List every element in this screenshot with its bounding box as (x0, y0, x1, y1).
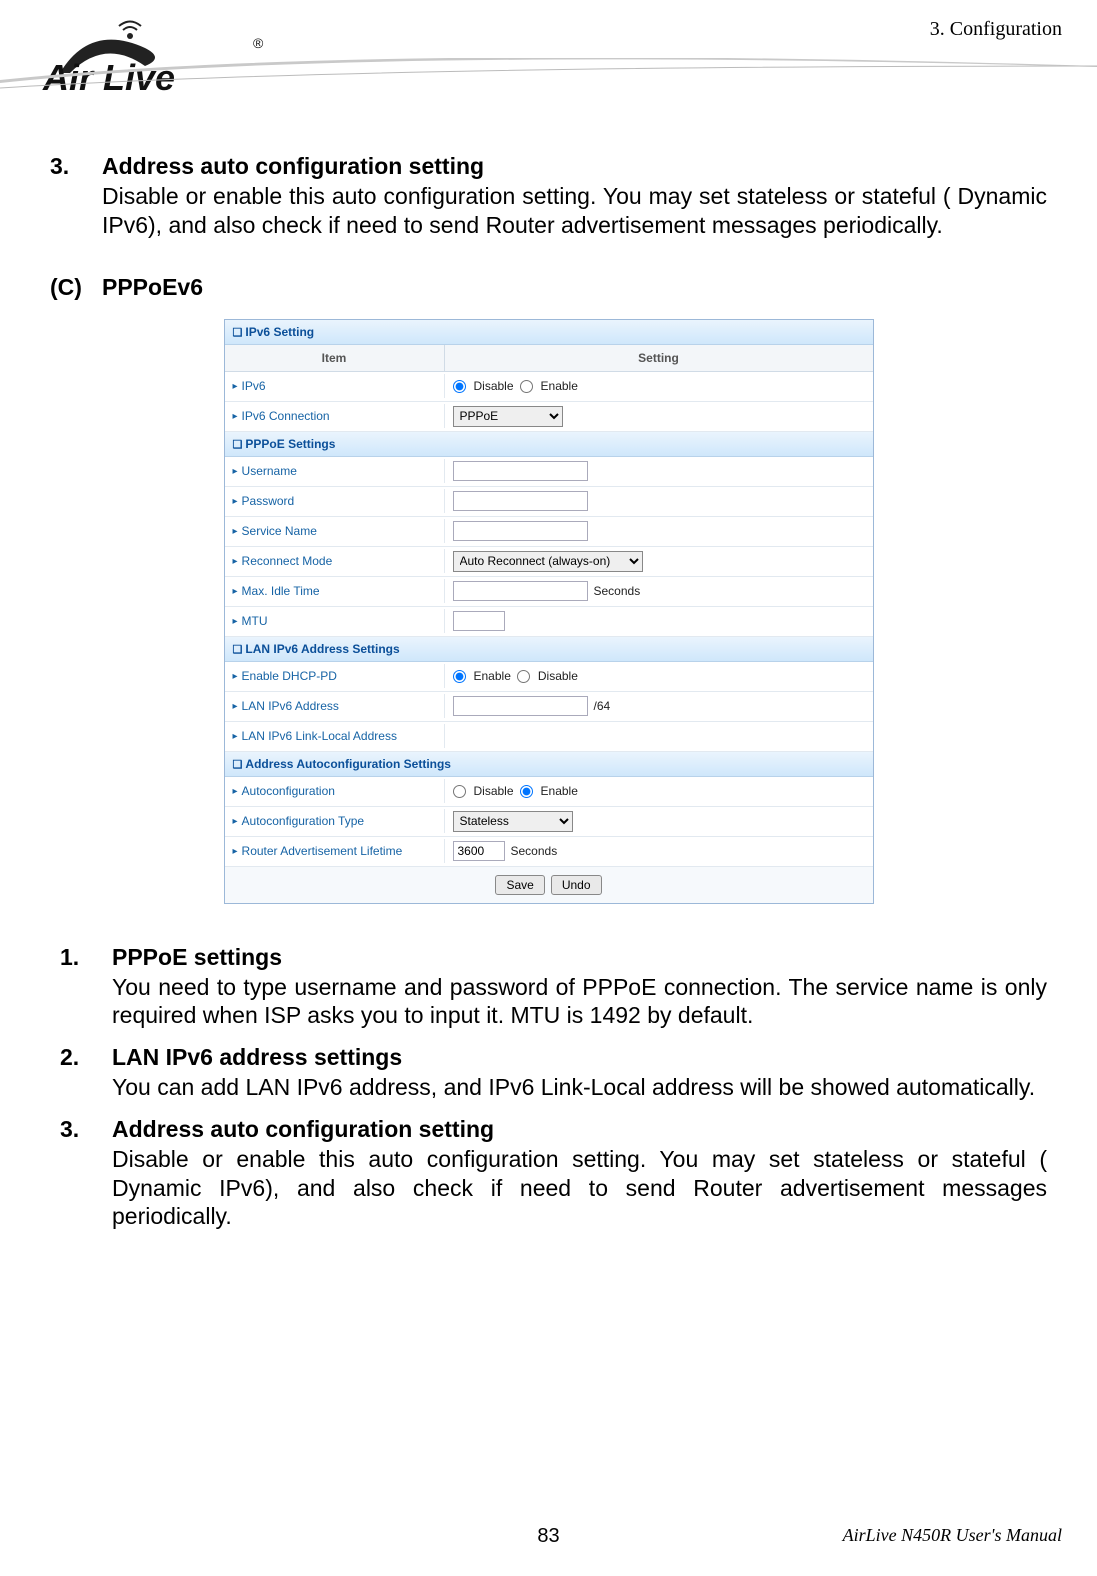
item-title: Address auto configuration setting (102, 153, 1047, 180)
item-text: You need to type username and password o… (112, 973, 1047, 1031)
input-max-idle[interactable] (453, 581, 588, 601)
label-service-name: Service Name (242, 524, 317, 538)
radio-autoconfig-enable[interactable] (520, 785, 533, 798)
label-dhcppd: Enable DHCP-PD (242, 669, 337, 683)
label-autoconfig: Autoconfiguration (242, 784, 335, 798)
subsection-header: (C) PPPoEv6 (50, 274, 1047, 301)
chapter-label: 3. Configuration (930, 18, 1062, 41)
item-text: You can add LAN IPv6 address, and IPv6 L… (112, 1073, 1035, 1102)
numbered-item: 3. Address auto configuration setting Di… (60, 1116, 1047, 1231)
label-lan-linklocal: LAN IPv6 Link-Local Address (242, 729, 397, 743)
svg-text:®: ® (253, 35, 264, 51)
select-autoconfig-type[interactable]: Stateless (453, 811, 573, 832)
subsection-title: PPPoEv6 (102, 274, 203, 301)
ss-col-setting: Setting (445, 345, 873, 371)
ss-section-pppoe: PPPoE Settings (225, 432, 873, 457)
page-footer: 83 AirLive N450R User's Manual (35, 1525, 1062, 1548)
item-title: PPPoE settings (112, 944, 1047, 971)
input-lan-ipv6[interactable] (453, 696, 588, 716)
label-seconds-2: Seconds (511, 844, 558, 858)
ss-col-item: Item (225, 345, 445, 371)
select-ipv6-connection[interactable]: PPPoE (453, 406, 563, 427)
item-number: 3. (60, 1116, 112, 1231)
label-max-idle: Max. Idle Time (242, 584, 320, 598)
item-number: 1. (60, 944, 112, 1031)
svg-text:Air Live: Air Live (42, 57, 175, 98)
subsection-letter: (C) (50, 274, 102, 301)
radio-ipv6-disable[interactable] (453, 380, 466, 393)
item-title: Address auto configuration setting (112, 1116, 1047, 1143)
input-ra-lifetime[interactable] (453, 841, 505, 861)
radio-dhcppd-enable[interactable] (453, 670, 466, 683)
manual-title: AirLive N450R User's Manual (720, 1525, 1062, 1548)
brand-logo: Air Live ® (35, 18, 265, 103)
config-screenshot: IPv6 Setting Item Setting ▸IPv6 Disable … (224, 319, 874, 904)
input-service-name[interactable] (453, 521, 588, 541)
page-number: 83 (377, 1525, 719, 1548)
item-number: 2. (60, 1044, 112, 1102)
label-seconds: Seconds (594, 584, 641, 598)
item-text: Disable or enable this auto configuratio… (102, 182, 1047, 240)
label-ra-lifetime: Router Advertisement Lifetime (242, 844, 403, 858)
ss-column-headers: Item Setting (225, 345, 873, 372)
label-ipv6: IPv6 (242, 379, 266, 393)
label-mtu: MTU (242, 614, 268, 628)
numbered-item: 2. LAN IPv6 address settings You can add… (60, 1044, 1047, 1102)
label-prefix: /64 (594, 699, 611, 713)
input-password[interactable] (453, 491, 588, 511)
undo-button[interactable]: Undo (551, 875, 602, 895)
radio-dhcppd-disable[interactable] (517, 670, 530, 683)
radio-ipv6-enable[interactable] (520, 380, 533, 393)
label-reconnect-mode: Reconnect Mode (242, 554, 333, 568)
input-mtu[interactable] (453, 611, 505, 631)
numbered-item: 3. Address auto configuration setting Di… (50, 153, 1047, 240)
numbered-item: 1. PPPoE settings You need to type usern… (60, 944, 1047, 1031)
ss-section-lan: LAN IPv6 Address Settings (225, 637, 873, 662)
item-text: Disable or enable this auto configuratio… (112, 1145, 1047, 1231)
item-title: LAN IPv6 address settings (112, 1044, 1035, 1071)
radio-autoconfig-disable[interactable] (453, 785, 466, 798)
select-reconnect-mode[interactable]: Auto Reconnect (always-on) (453, 551, 643, 572)
label-username: Username (242, 464, 297, 478)
label-autoconfig-type: Autoconfiguration Type (242, 814, 365, 828)
item-number: 3. (50, 153, 102, 240)
label-ipv6-connection: IPv6 Connection (242, 409, 330, 423)
label-lan-ipv6: LAN IPv6 Address (242, 699, 339, 713)
label-password: Password (242, 494, 295, 508)
ss-section-autoconfig: Address Autoconfiguration Settings (225, 752, 873, 777)
ss-section-ipv6: IPv6 Setting (225, 320, 873, 345)
save-button[interactable]: Save (495, 875, 544, 895)
input-username[interactable] (453, 461, 588, 481)
